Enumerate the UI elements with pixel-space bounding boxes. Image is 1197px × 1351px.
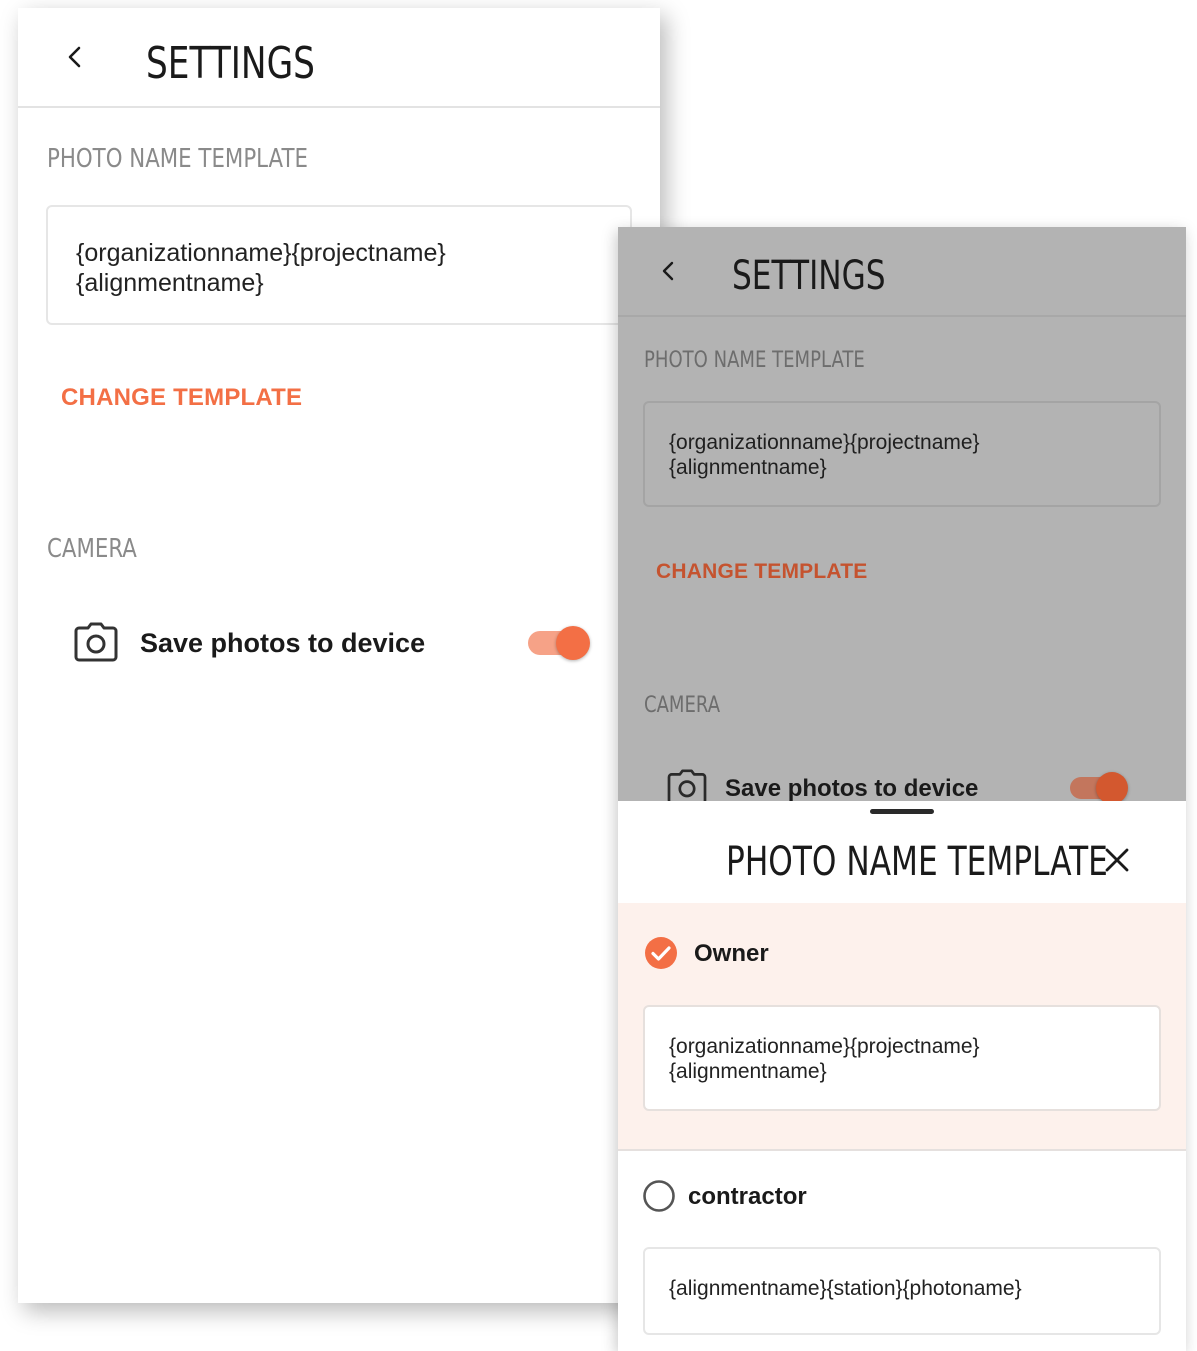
template-text-line-2: {alignmentname}	[76, 268, 264, 297]
page-title: SETTINGS	[732, 253, 886, 299]
option-label-contractor: contractor	[688, 1183, 807, 1210]
current-template-field: {organizationname}{projectname} {alignme…	[643, 401, 1161, 507]
back-arrow-icon[interactable]	[64, 44, 86, 70]
template-text-line-1: {alignmentname}{station}{photoname}	[669, 1277, 1022, 1300]
page-title: SETTINGS	[146, 38, 315, 89]
settings-screen-with-sheet: SETTINGS PHOTO NAME TEMPLATE {organizati…	[618, 227, 1186, 1351]
settings-screen: SETTINGS PHOTO NAME TEMPLATE {organizati…	[18, 8, 660, 1303]
change-template-button[interactable]: CHANGE TEMPLATE	[656, 560, 867, 584]
photo-name-template-section-label: PHOTO NAME TEMPLATE	[644, 348, 865, 373]
save-photos-toggle[interactable]	[528, 624, 592, 662]
template-bottom-sheet: PHOTO NAME TEMPLATE Owner {organizationn…	[618, 801, 1186, 1351]
template-text-line-1: {organizationname}{projectname}	[669, 431, 980, 454]
option-label-owner: Owner	[694, 940, 769, 967]
template-text-line-2: {alignmentname}	[669, 1059, 827, 1083]
template-option-owner[interactable]: Owner {organizationname}{projectname} {a…	[618, 903, 1186, 1151]
app-bar-dimmed: SETTINGS	[618, 227, 1186, 317]
template-text-line-1: {organizationname}{projectname}	[669, 1035, 980, 1058]
change-template-button[interactable]: CHANGE TEMPLATE	[61, 384, 302, 412]
current-template-field: {organizationname}{projectname} {alignme…	[46, 205, 632, 325]
camera-section-label: CAMERA	[47, 534, 137, 564]
owner-template-field: {organizationname}{projectname} {alignme…	[643, 1005, 1161, 1111]
sheet-title: PHOTO NAME TEMPLATE	[726, 839, 1108, 885]
app-bar: SETTINGS	[18, 8, 660, 108]
save-photos-toggle[interactable]	[1070, 771, 1130, 805]
camera-icon	[667, 769, 707, 805]
contractor-template-field: {alignmentname}{station}{photoname}	[643, 1247, 1161, 1335]
toggle-thumb	[1096, 772, 1128, 804]
toggle-thumb	[556, 626, 590, 660]
camera-icon	[74, 622, 118, 662]
check-circle-icon[interactable]	[644, 936, 678, 970]
save-photos-label: Save photos to device	[725, 775, 979, 802]
template-text-line-2: {alignmentname}	[669, 455, 827, 479]
template-option-contractor[interactable]: contractor {alignmentname}{station}{phot…	[618, 1151, 1186, 1351]
camera-section-label: CAMERA	[644, 693, 721, 718]
template-text-line-1: {organizationname}{projectname}	[76, 239, 446, 267]
sheet-drag-handle[interactable]	[870, 809, 934, 814]
close-icon[interactable]	[1104, 847, 1130, 873]
back-arrow-icon[interactable]	[658, 259, 678, 283]
photo-name-template-section-label: PHOTO NAME TEMPLATE	[47, 144, 308, 174]
radio-unchecked-icon[interactable]	[642, 1179, 676, 1213]
save-photos-label: Save photos to device	[140, 628, 426, 658]
